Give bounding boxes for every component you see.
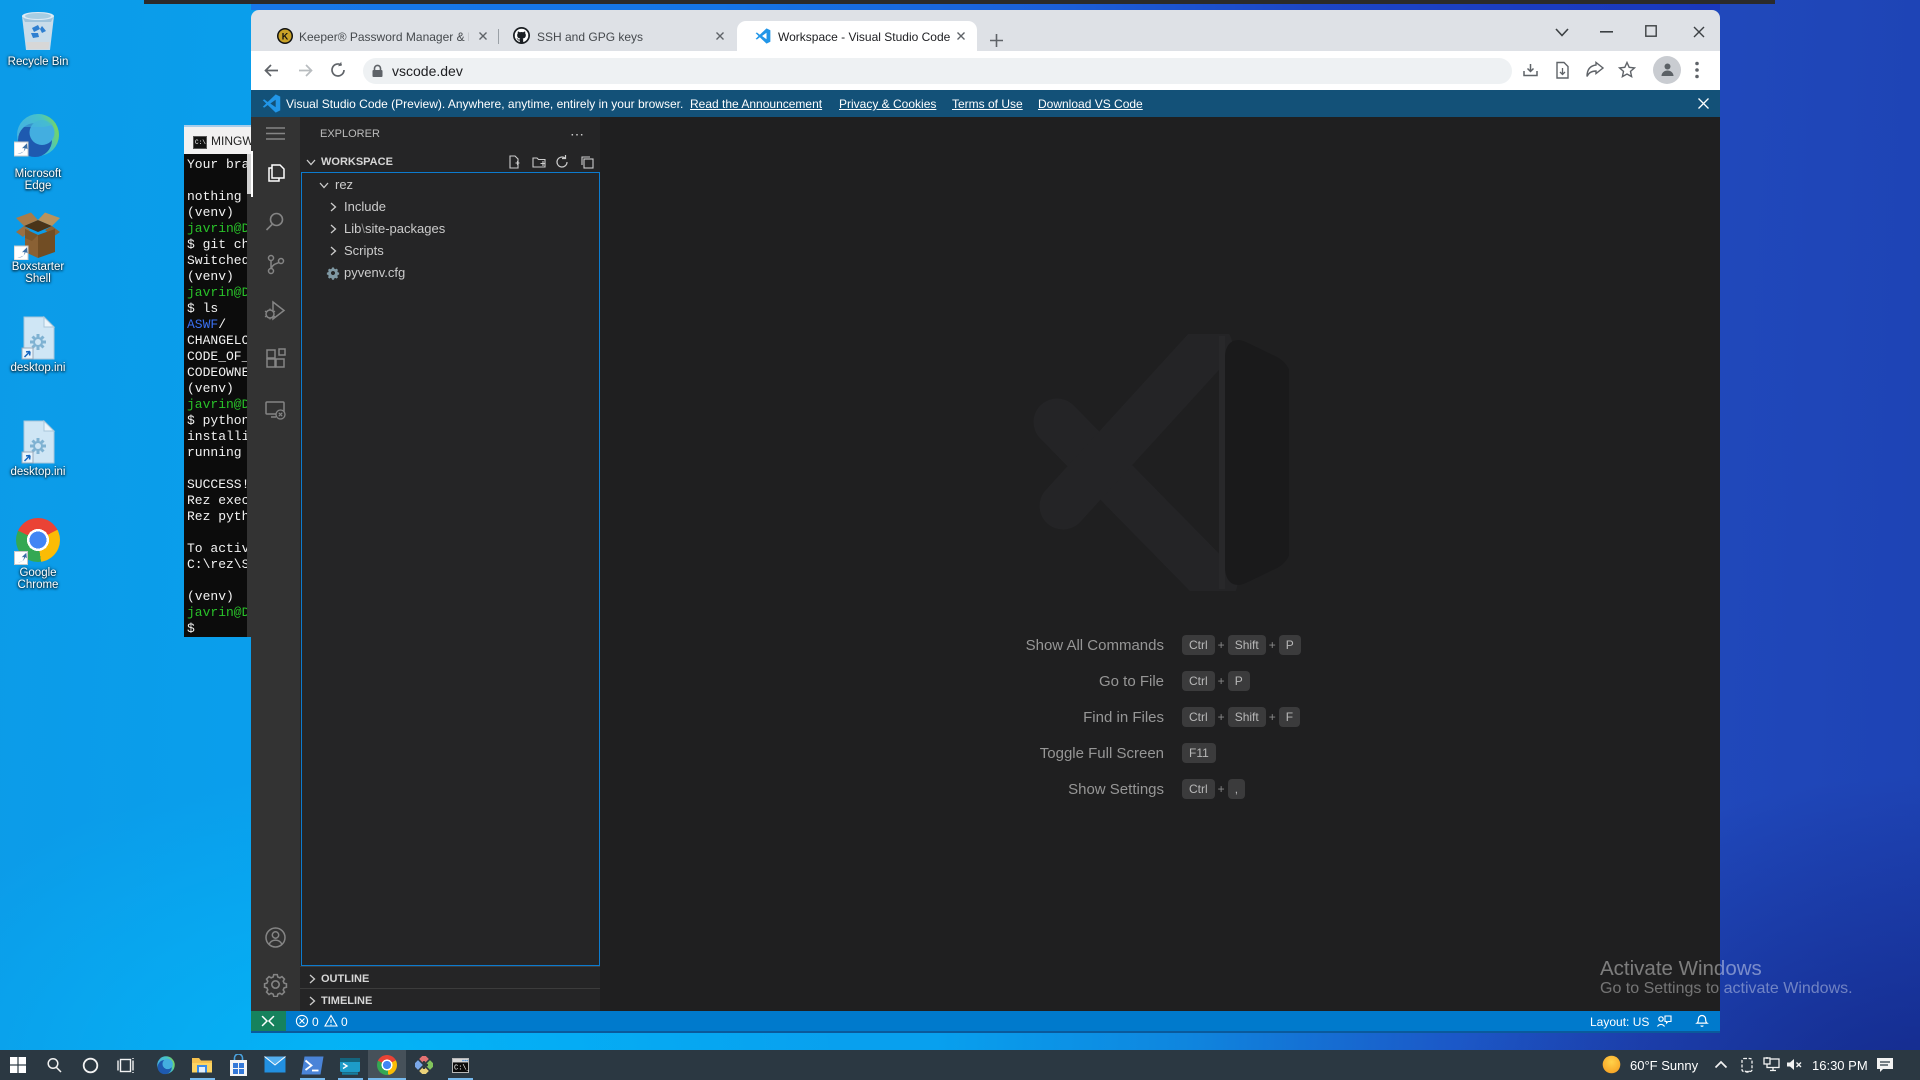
svg-text:C:\_: C:\_ — [454, 1065, 469, 1073]
svg-text:K: K — [282, 32, 289, 42]
